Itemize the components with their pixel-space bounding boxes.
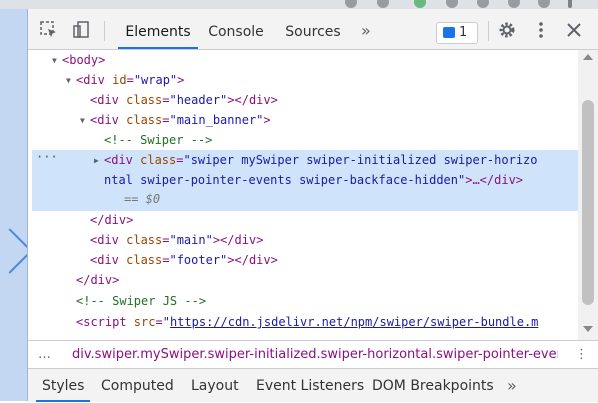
dom-node-close[interactable]: </div> <box>76 270 119 290</box>
tab-layout[interactable]: Layout <box>191 369 239 402</box>
media-icon[interactable] <box>508 0 520 8</box>
breadcrumb-scroll-right-icon[interactable]: ⋮ <box>575 341 588 369</box>
node-actions-icon[interactable]: ··· <box>36 150 58 164</box>
dom-node-wrap[interactable]: <div id="wrap"> <box>76 70 184 90</box>
breadcrumb-scroll-left-icon[interactable]: … <box>38 341 51 369</box>
issues-count: 1 <box>459 25 468 40</box>
collapse-triangle-icon[interactable]: ▼ <box>52 56 57 65</box>
dollar0-indicator: == $0 <box>124 192 161 206</box>
tab-label: DOM Breakpoints <box>372 378 494 394</box>
page-viewport <box>0 9 33 401</box>
share-icon[interactable] <box>345 0 357 8</box>
dom-node-body[interactable]: <body> <box>62 50 105 70</box>
browser-toolbar <box>0 0 598 9</box>
tab-label: Layout <box>191 378 239 394</box>
vertical-scrollbar[interactable] <box>578 50 598 340</box>
message-icon <box>443 27 455 38</box>
more-sidebar-tabs-button[interactable]: » <box>507 369 517 402</box>
tab-styles[interactable]: Styles <box>36 369 91 402</box>
tab-elements[interactable]: Elements <box>118 9 198 49</box>
close-icon[interactable] <box>565 21 583 39</box>
toolbar-divider <box>488 21 489 41</box>
collapse-triangle-icon[interactable]: ▼ <box>66 76 71 85</box>
dom-node-header[interactable]: <div class="header"></div> <box>90 90 278 110</box>
tab-label: Elements <box>125 24 191 40</box>
devtools-tabbar: Elements Console Sources » 1 <box>28 9 598 50</box>
dom-comment-swiper[interactable]: <!-- Swiper --> <box>104 130 212 150</box>
more-tabs-button[interactable]: » <box>361 9 371 49</box>
extension-icon[interactable] <box>446 0 458 8</box>
device-toolbar-icon[interactable] <box>72 21 90 39</box>
scrollbar-thumb[interactable] <box>582 100 594 305</box>
tab-label: Styles <box>42 378 85 394</box>
devtools-panel: Elements Console Sources » 1 ··· ▼ <body <box>28 9 598 402</box>
breadcrumb-item[interactable]: div.swiper.mySwiper.swiper-initialized.s… <box>72 341 558 369</box>
breadcrumb: … div.swiper.mySwiper.swiper-initialized… <box>28 340 598 369</box>
active-tab-indicator <box>36 400 91 402</box>
extension-icon[interactable] <box>414 0 426 8</box>
scroll-down-icon[interactable] <box>583 326 593 332</box>
profile-avatar-icon[interactable] <box>538 0 550 8</box>
bookmark-star-icon[interactable] <box>377 0 389 8</box>
tab-label: Event Listeners <box>256 378 365 394</box>
tab-console[interactable]: Console <box>204 9 268 49</box>
dom-node-swiper-selected[interactable]: <div class="swiper mySwiper swiper-initi… <box>104 150 538 170</box>
collapse-triangle-icon[interactable]: ▼ <box>80 116 85 125</box>
inspect-element-icon[interactable] <box>40 21 58 39</box>
tab-label: Sources <box>285 24 341 40</box>
dom-node-footer[interactable]: <div class="footer"></div> <box>90 250 278 270</box>
puzzle-icon[interactable] <box>477 0 489 8</box>
issues-badge[interactable]: 1 <box>436 22 478 44</box>
expand-triangle-icon[interactable]: ▶ <box>94 156 99 165</box>
tab-label: Computed <box>101 378 174 394</box>
tab-computed[interactable]: Computed <box>101 369 174 402</box>
menu-icon[interactable] <box>568 0 572 8</box>
dom-node-script[interactable]: <script src="https://cdn.jsdelivr.net/np… <box>76 312 538 332</box>
tab-label: Console <box>208 24 264 40</box>
tab-dom-breakpoints[interactable]: DOM Breakpoints <box>372 369 494 402</box>
kebab-menu-icon[interactable] <box>532 21 550 39</box>
dom-tree: ··· ▼ <body> ▼ <div id="wrap"> <div clas… <box>28 50 578 340</box>
dom-node-close[interactable]: </div> <box>90 210 133 230</box>
dom-node-main-banner[interactable]: <div class="main_banner"> <box>90 110 271 130</box>
tab-sources[interactable]: Sources <box>282 9 344 49</box>
settings-gear-icon[interactable] <box>498 21 516 39</box>
toolbar-divider <box>104 21 105 41</box>
dom-node-main[interactable]: <div class="main"></div> <box>90 230 263 250</box>
dom-comment-swiper-js[interactable]: <!-- Swiper JS --> <box>76 291 206 311</box>
dom-node-swiper-continued[interactable]: ntal swiper-pointer-events swiper-backfa… <box>104 170 523 190</box>
scroll-up-icon[interactable] <box>583 54 593 60</box>
script-src-link[interactable]: https://cdn.jsdelivr.net/npm/swiper/swip… <box>170 315 538 329</box>
tab-event-listeners[interactable]: Event Listeners <box>256 369 364 402</box>
active-tab-indicator <box>118 47 198 49</box>
sidebar-tabbar: Styles Computed Layout Event Listeners D… <box>28 368 598 402</box>
